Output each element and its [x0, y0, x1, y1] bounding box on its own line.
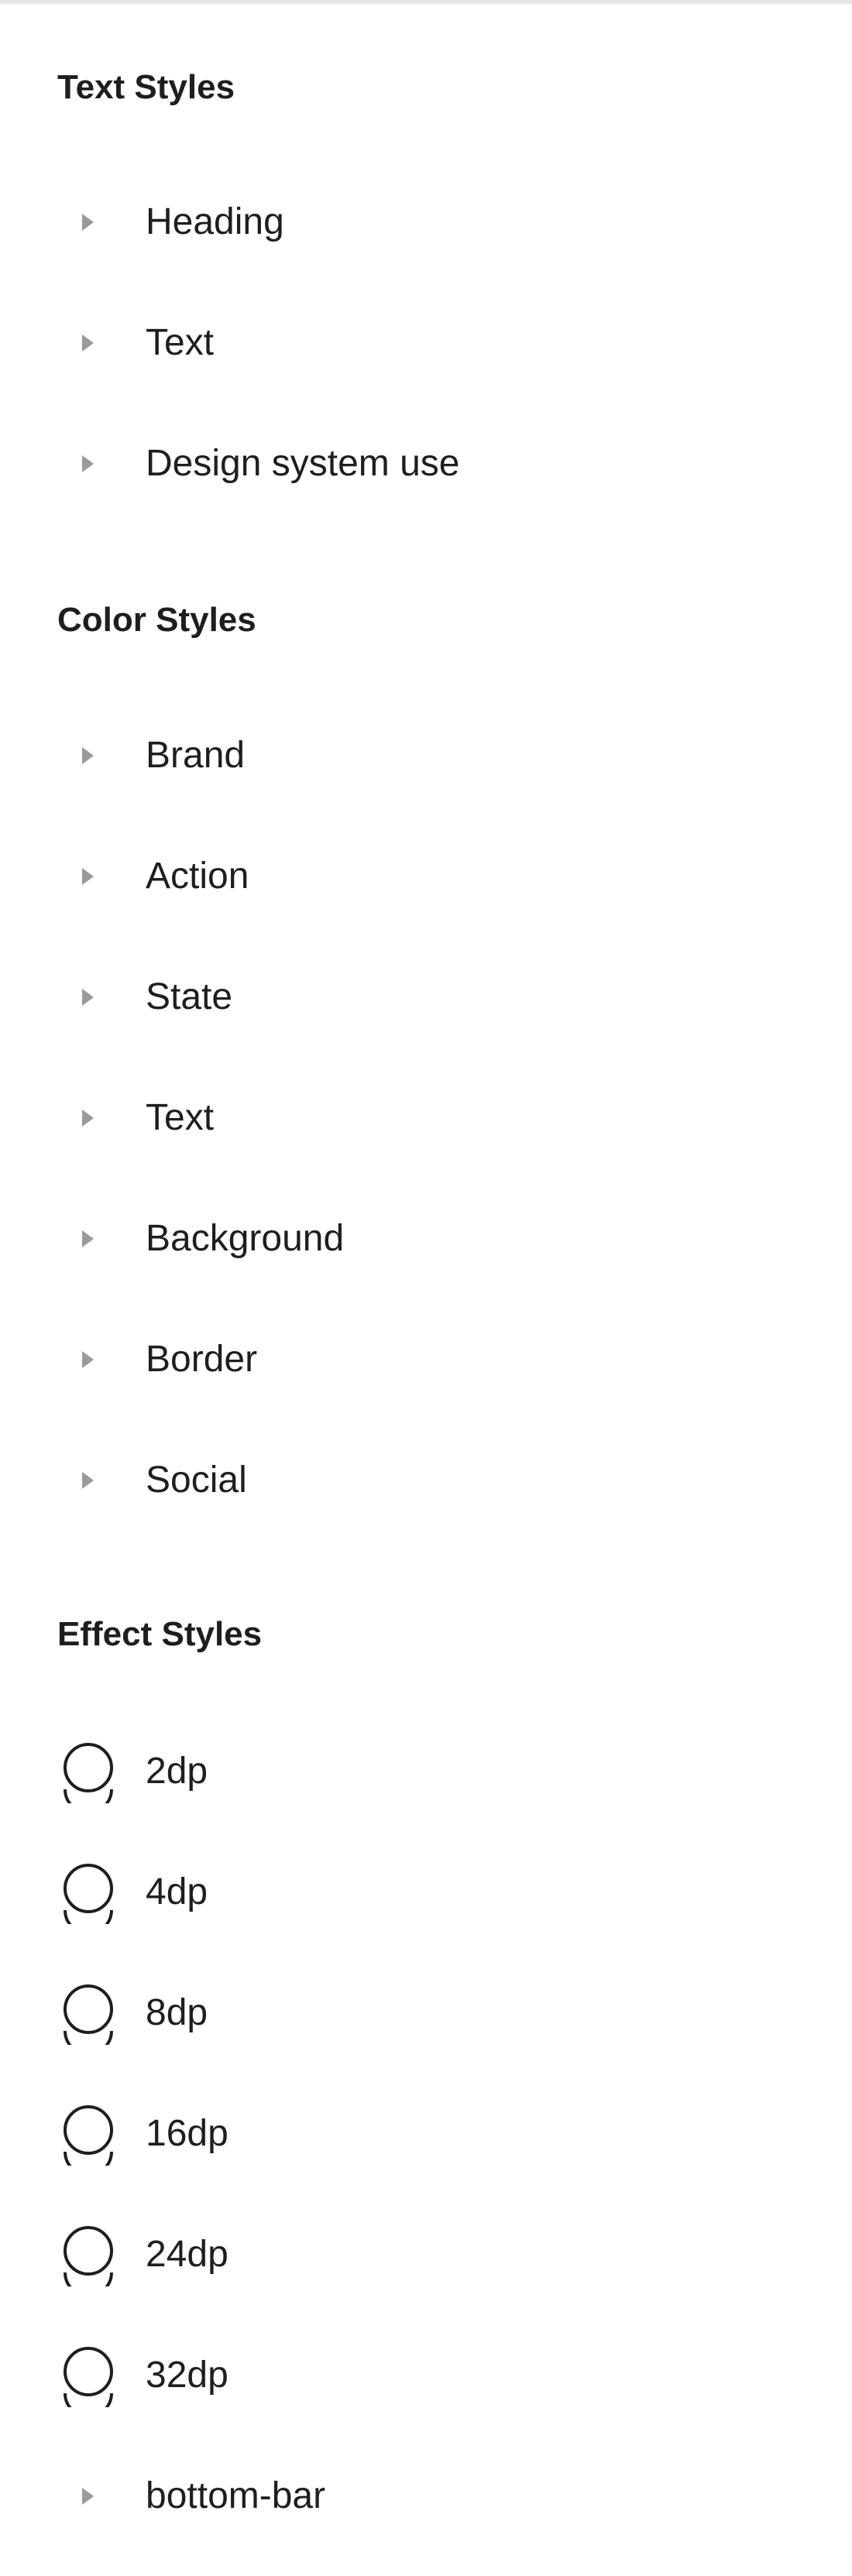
effect-style-label: 24dp: [146, 2234, 228, 2275]
caret-right-icon[interactable]: [82, 747, 94, 764]
caret-right-icon[interactable]: [82, 1351, 94, 1368]
effect-style-label: 4dp: [146, 1871, 208, 1912]
caret-right-icon[interactable]: [82, 868, 94, 885]
style-group-social[interactable]: Social: [0, 1442, 852, 1519]
drop-shadow-effect-icon: [64, 2105, 113, 2166]
caret-right-icon[interactable]: [82, 1110, 94, 1127]
caret-right-icon[interactable]: [82, 334, 94, 352]
panel-top-divider: [0, 0, 852, 4]
style-group-label: Social: [146, 1460, 247, 1501]
style-group-text[interactable]: Text: [0, 304, 852, 382]
effect-style-2dp[interactable]: 2dp: [0, 1733, 852, 1810]
caret-right-icon[interactable]: [82, 455, 94, 472]
style-group-label: Action: [146, 856, 249, 897]
caret-right-icon[interactable]: [82, 214, 94, 231]
drop-shadow-effect-icon: [64, 1984, 113, 2045]
style-group-label: Brand: [146, 735, 246, 776]
effect-style-8dp[interactable]: 8dp: [0, 1974, 852, 2052]
style-group-label: Heading: [146, 201, 284, 242]
style-group-text-color[interactable]: Text: [0, 1079, 852, 1157]
style-group-border[interactable]: Border: [0, 1321, 852, 1398]
style-group-background[interactable]: Background: [0, 1200, 852, 1278]
caret-right-icon[interactable]: [82, 989, 94, 1006]
caret-right-icon[interactable]: [82, 1230, 94, 1247]
effect-style-24dp[interactable]: 24dp: [0, 2216, 852, 2293]
effect-style-label: 32dp: [146, 2355, 228, 2396]
effect-style-label: 8dp: [146, 1992, 208, 2033]
style-group-state[interactable]: State: [0, 959, 852, 1036]
style-group-label: Text: [146, 1097, 215, 1138]
style-group-label: Background: [146, 1218, 345, 1259]
color-styles-title: Color Styles: [57, 601, 256, 639]
effect-style-16dp[interactable]: 16dp: [0, 2095, 852, 2173]
effect-style-label: 2dp: [146, 1751, 208, 1792]
style-group-brand[interactable]: Brand: [0, 717, 852, 794]
style-group-label: bottom-bar: [146, 2475, 326, 2516]
drop-shadow-effect-icon: [64, 1864, 113, 1924]
style-group-heading[interactable]: Heading: [0, 184, 852, 261]
style-group-label: Border: [146, 1339, 258, 1380]
caret-right-icon[interactable]: [82, 1472, 94, 1489]
drop-shadow-effect-icon: [64, 2226, 113, 2286]
effect-style-32dp[interactable]: 32dp: [0, 2337, 852, 2414]
caret-right-icon[interactable]: [82, 2488, 94, 2505]
drop-shadow-effect-icon: [64, 1743, 113, 1803]
style-group-bottom-bar[interactable]: bottom-bar: [0, 2458, 852, 2535]
style-group-label: Design system use: [146, 443, 460, 484]
effect-style-4dp[interactable]: 4dp: [0, 1854, 852, 1931]
style-group-label: State: [146, 976, 233, 1017]
text-styles-title: Text Styles: [57, 68, 235, 106]
effect-style-label: 16dp: [146, 2113, 228, 2154]
effect-styles-title: Effect Styles: [57, 1615, 263, 1653]
style-group-label: Text: [146, 322, 215, 363]
style-group-action[interactable]: Action: [0, 838, 852, 915]
style-group-design-system-use[interactable]: Design system use: [0, 425, 852, 503]
drop-shadow-effect-icon: [64, 2347, 113, 2407]
